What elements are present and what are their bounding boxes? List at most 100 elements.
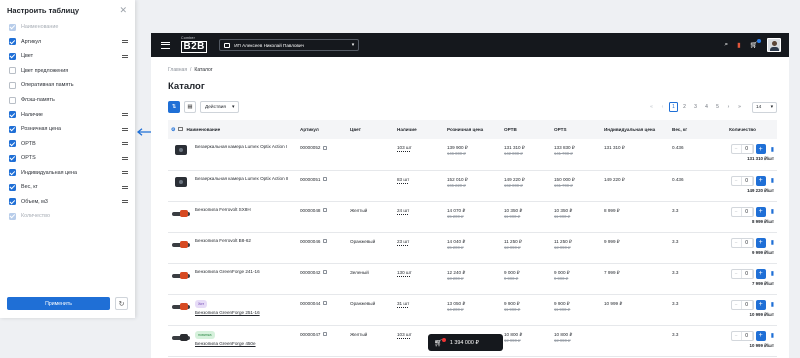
checkbox[interactable] [9, 52, 16, 60]
quantity-input[interactable]: 0 [740, 269, 753, 278]
chart-icon[interactable]: ▮ [771, 301, 774, 308]
column-option[interactable]: Артикул [0, 35, 135, 50]
column-option[interactable]: Вес, кг [0, 180, 135, 195]
plus-icon[interactable]: + [755, 268, 766, 279]
stock-value[interactable]: 24 шт [397, 208, 409, 213]
last-page-icon[interactable]: » [735, 102, 744, 112]
quantity-stepper[interactable]: −0 [730, 268, 754, 279]
column-option[interactable]: Оперативная память [0, 78, 135, 93]
company-select[interactable]: ИП Алексеев Николай Павлович ▾ [219, 39, 360, 51]
stock-value[interactable]: 103 шт [397, 145, 412, 150]
product-image[interactable] [171, 300, 191, 314]
copy-icon[interactable] [323, 332, 328, 336]
quantity-stepper[interactable]: −0 [730, 175, 754, 186]
copy-icon[interactable] [323, 270, 328, 274]
drag-handle-icon[interactable] [122, 171, 128, 175]
settings-icon[interactable]: ⚙ [171, 127, 175, 133]
per-page-select[interactable]: 14 ▾ [752, 101, 777, 113]
column-option[interactable]: Индивидуальная цена [0, 165, 135, 180]
minus-icon[interactable]: − [732, 240, 741, 246]
column-option[interactable]: Флэш-память [0, 93, 135, 108]
close-icon[interactable]: ✕ [119, 5, 127, 15]
product-name[interactable]: Бензопила Ferrovolt B8-62 [195, 238, 251, 243]
actions-dropdown[interactable]: Действия ▾ [200, 101, 240, 113]
product-name[interactable]: Бензопила GreenForge 450e [195, 341, 256, 346]
product-image[interactable] [171, 144, 191, 158]
stats-icon[interactable]: ▮ [737, 41, 741, 49]
reset-icon[interactable]: ↻ [115, 297, 128, 310]
minus-icon[interactable]: − [732, 209, 741, 215]
product-name[interactable]: Бензопила GreenForge 241-16 [195, 269, 260, 274]
copy-icon[interactable] [323, 301, 328, 305]
stock-value[interactable]: 103 шт [397, 332, 412, 337]
page-button[interactable]: 2 [680, 102, 689, 112]
quantity-stepper[interactable]: −0 [730, 299, 754, 310]
product-image[interactable] [171, 175, 191, 190]
quantity-input[interactable]: 0 [740, 300, 753, 309]
column-option[interactable]: Объем, м3 [0, 195, 135, 210]
chart-icon[interactable]: ▮ [771, 332, 774, 339]
quantity-input[interactable]: 0 [740, 145, 753, 153]
quantity-input[interactable]: 0 [740, 207, 753, 216]
grid-view-icon[interactable]: ▦ [184, 101, 196, 113]
quantity-stepper[interactable]: −0 [730, 144, 754, 154]
checkbox[interactable] [9, 198, 16, 206]
prev-page-icon[interactable]: ‹ [658, 102, 667, 112]
first-page-icon[interactable]: « [647, 102, 656, 112]
drag-handle-icon[interactable] [122, 40, 128, 44]
page-button[interactable]: 1 [669, 102, 678, 112]
copy-icon[interactable] [323, 177, 328, 181]
product-name[interactable]: Бензопила GreenForge 251-16 [195, 310, 260, 315]
drag-handle-icon[interactable] [122, 156, 128, 160]
product-name[interactable]: Бензопила Ferrovolt SX8H [195, 207, 251, 212]
product-name[interactable]: Беззеркальная камера Lumex Optix Action … [195, 176, 288, 181]
plus-icon[interactable]: + [755, 299, 766, 310]
drag-handle-icon[interactable] [122, 127, 128, 131]
product-image[interactable] [171, 269, 191, 283]
chart-icon[interactable]: ▮ [771, 270, 774, 277]
chart-icon[interactable]: ▮ [771, 146, 774, 153]
checkbox[interactable] [9, 140, 16, 148]
column-option[interactable]: OPTB [0, 136, 135, 151]
plus-icon[interactable]: + [755, 237, 766, 248]
minus-icon[interactable]: − [732, 178, 741, 184]
apply-button[interactable]: Применить [7, 297, 110, 310]
column-option[interactable]: Розничная цена [0, 122, 135, 137]
floating-cart[interactable]: 🛒︎ 1 394 000 ₽ [428, 334, 503, 351]
plus-icon[interactable]: + [755, 206, 766, 217]
checkbox[interactable] [9, 96, 16, 104]
chart-icon[interactable]: ▮ [771, 177, 774, 184]
column-option[interactable]: OPTS [0, 151, 135, 166]
next-page-icon[interactable]: › [724, 102, 733, 112]
copy-icon[interactable] [323, 239, 328, 243]
stock-value[interactable]: 31 шт [397, 301, 409, 306]
page-button[interactable]: 3 [691, 102, 700, 112]
minus-icon[interactable]: − [732, 146, 741, 152]
column-option[interactable]: Наличие [0, 107, 135, 122]
page-button[interactable]: 5 [713, 102, 722, 112]
chart-icon[interactable]: ▮ [771, 239, 774, 246]
stock-value[interactable]: 83 шт [397, 177, 409, 182]
stock-value[interactable]: 130 шт [397, 270, 412, 275]
page-button[interactable]: 4 [702, 102, 711, 112]
avatar[interactable] [767, 38, 781, 52]
checkbox[interactable] [9, 125, 16, 133]
logo[interactable]: Сomber B2B [181, 36, 208, 54]
minus-icon[interactable]: − [732, 271, 741, 277]
product-image[interactable] [171, 207, 191, 221]
chart-icon[interactable]: ▮ [771, 208, 774, 215]
copy-icon[interactable] [323, 208, 328, 212]
checkbox[interactable] [9, 67, 16, 75]
plus-icon[interactable]: + [755, 330, 766, 341]
search-icon[interactable]: ⌕ [725, 41, 729, 49]
checkbox[interactable] [9, 183, 16, 191]
plus-icon[interactable]: + [755, 175, 766, 186]
column-option[interactable]: Цвет [0, 49, 135, 64]
drag-handle-icon[interactable] [122, 113, 128, 117]
cart-icon[interactable]: 🛒︎ [750, 39, 761, 49]
breadcrumb-home[interactable]: Главная [168, 67, 187, 75]
column-option[interactable]: Цвет предложения [0, 64, 135, 79]
drag-handle-icon[interactable] [122, 185, 128, 189]
quantity-stepper[interactable]: −0 [730, 206, 754, 217]
product-image[interactable] [171, 238, 191, 252]
